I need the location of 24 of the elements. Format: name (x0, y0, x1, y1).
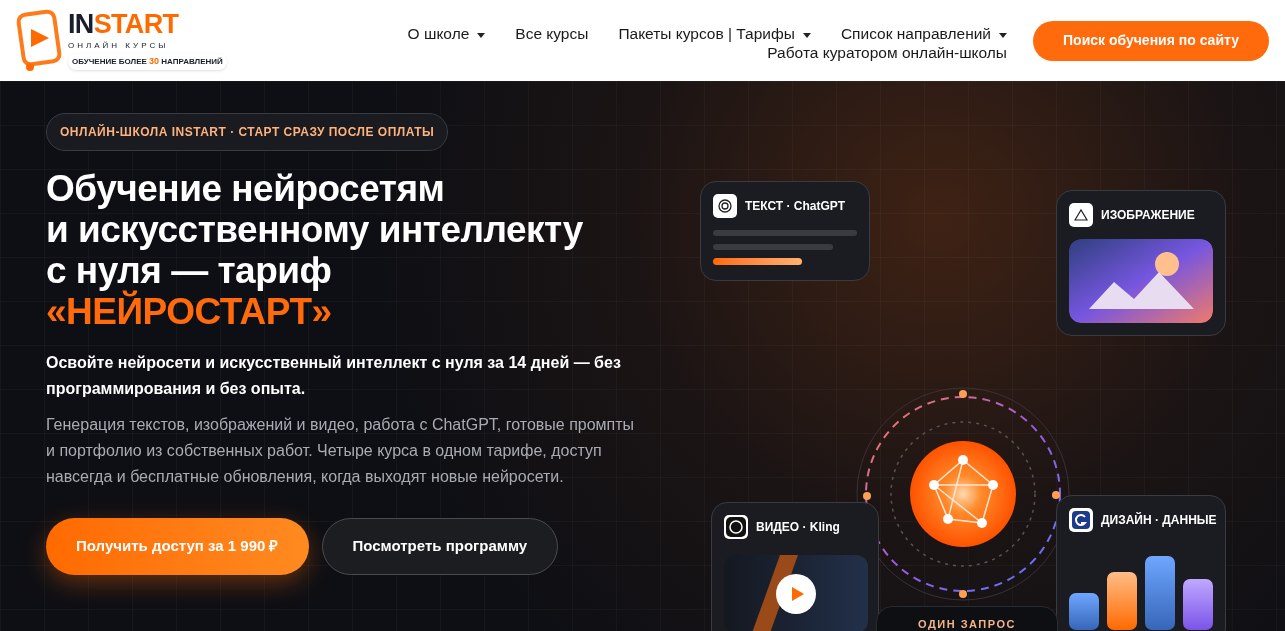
logo-badge: ОБУЧЕНИЕ БОЛЕЕ 30 НАПРАВЛЕНИЙ (68, 54, 227, 70)
nav-link[interactable]: Все курсы (515, 23, 589, 43)
view-program-button[interactable]: Посмотреть программу (321, 518, 559, 575)
logo-wordmark: INSTART (68, 11, 180, 39)
play-logo-icon (16, 8, 64, 73)
request-label: ОДИН ЗАПРОС (876, 606, 1058, 631)
card-title: ТЕКСТ · ChatGPT (745, 198, 846, 215)
nav-link[interactable]: О школе (407, 23, 486, 43)
logo-subtitle: ОНЛАЙН КУРСЫ (68, 40, 170, 53)
eyebrow-tag: ОНЛАЙН-ШКОЛА INSTART · СТАРТ СРАЗУ ПОСЛЕ ОПЛАТЫ (46, 113, 449, 151)
nav-link[interactable]: Список направлений (840, 23, 1007, 43)
hero-lead: Освойте нейросети и искусственный интеллект с нуля за 14 дней — без программирования и без опыта. (46, 353, 622, 399)
app-logo-icon (724, 515, 748, 539)
app-logo-icon (713, 194, 737, 218)
app-logo-icon (1069, 203, 1093, 227)
card-title: ВИДЕО · Kling (756, 519, 840, 536)
hero-description: Генерация текстов, изображений и видео, работа с ChatGPT, готовые промпты и портфолио из собственных работ. Четыре курса в одном тарифе, доступ навсегда и бесплатные обновления, когда выходят новые нейросети. (46, 415, 636, 487)
play-icon[interactable] (776, 574, 816, 614)
nav-link[interactable]: Пакеты курсов | Тарифы (618, 23, 811, 43)
app-logo-icon (1069, 508, 1093, 532)
card-title: ИЗОБРАЖЕНИЕ (1101, 207, 1195, 224)
hero-heading: Обучение нейросетям и искусственному интеллекту с нуля — тариф «НЕЙРОСТАРТ» (46, 168, 583, 332)
card-title: ДИЗАЙН · ДАННЫЕ (1101, 511, 1217, 529)
nav-link[interactable]: Работа куратором онлайн-школы (767, 42, 1007, 62)
